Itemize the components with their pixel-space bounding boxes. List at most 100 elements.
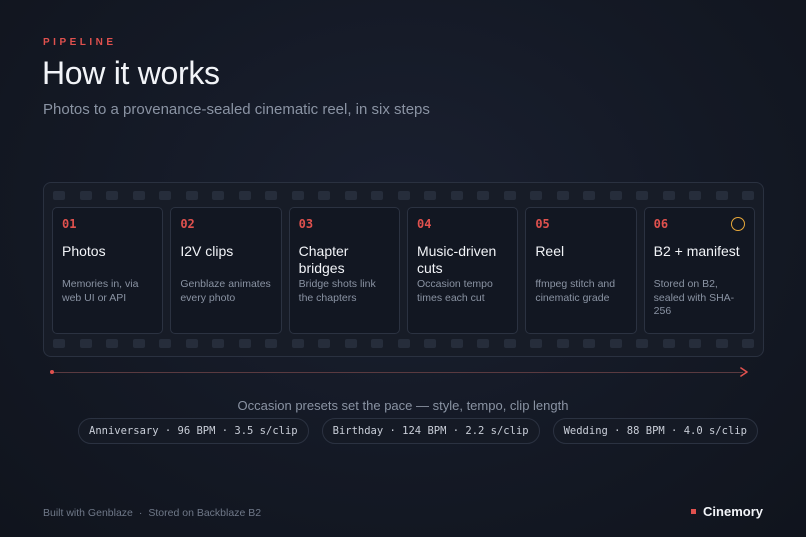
film-perforation [397,339,410,348]
film-perforation [265,191,277,200]
step-card-chapter-bridges: 03 Chapter bridges Bridge shots link the… [288,207,400,334]
arrow-right-icon [740,367,748,377]
step-title: B2 + manifest [653,243,740,259]
film-perforation [583,191,595,200]
film-perforation [132,191,145,200]
film-perforation [106,339,118,348]
preset-pill-birthday: Birthday · 124 BPM · 2.2 s/clip [321,418,540,444]
step-number: 01 [62,217,77,231]
film-perforation [291,339,304,348]
film-perforation [556,339,569,348]
film-perforation [450,191,463,200]
progress-timeline [50,367,749,377]
film-perforation [212,191,224,200]
step-description: Bridge shots link the chapters [298,278,376,304]
step-number: 05 [535,217,550,231]
film-perforation [53,191,65,200]
filmstrip: 01 Photos Memories in, via web UI or API… [43,182,764,357]
film-perforation [477,339,489,348]
footer-separator: · [138,507,143,519]
presets-label: Occasion presets set the pace — style, t… [237,398,569,413]
timeline-line [52,372,743,373]
film-perforation [318,339,330,348]
page-subtitle: Photos to a provenance-sealed cinematic … [43,101,430,118]
film-perforation [238,339,251,348]
film-perforation [715,339,728,348]
step-number: 04 [416,217,432,231]
step-number: 02 [180,217,195,231]
preset-pills: Anniversary · 96 BPM · 3.5 s/clip Birthd… [78,418,758,444]
step-title: Photos [62,243,106,259]
film-perforation [344,339,357,348]
section-eyebrow: PIPELINE [43,37,117,48]
film-perforation [185,339,198,348]
step-description: Occasion tempo times each cut [416,278,493,304]
step-number: 03 [298,217,314,231]
step-card-photos: 01 Photos Memories in, via web UI or API [52,207,164,334]
film-perforation [715,191,728,200]
step-title: Chapter bridges [298,243,349,276]
footer-credits: Built with Genblaze · Stored on Backblaze … [43,507,261,519]
film-perforation [636,339,648,348]
step-cards: 01 Photos Memories in, via web UI or API… [52,207,755,334]
film-perforation [265,339,277,348]
film-perforation [689,191,701,200]
film-perforation [159,191,171,200]
filmstrip-perforations-bottom [53,339,754,348]
step-description: Stored on B2, sealed with SHA-256 [653,278,735,317]
film-perforation [132,339,145,348]
step-description: ffmpeg stitch and cinematic grade [535,278,616,304]
circle-outline-icon [730,217,745,231]
film-perforation [371,339,383,348]
film-perforation [371,191,383,200]
timeline-start-dot [50,370,54,374]
filmstrip-perforations-top [53,191,754,200]
brand-logo: Cinemory [691,504,763,519]
brand-square-icon [691,509,697,514]
built-with-text: Built with Genblaze [43,507,133,519]
film-perforation [53,339,65,348]
film-perforation [477,191,489,200]
film-perforation [424,191,436,200]
step-card-b2-manifest: 06 B2 + manifest Stored on B2, sealed wi… [643,207,755,334]
film-perforation [742,339,754,348]
film-perforation [556,191,569,200]
film-perforation [636,191,648,200]
step-card-i2v-clips: 02 I2V clips Genblaze animates every pho… [170,207,282,334]
film-perforation [79,339,92,348]
film-perforation [159,339,171,348]
step-description: Memories in, via web UI or API [62,278,139,304]
step-card-reel: 05 Reel ffmpeg stitch and cinematic grad… [525,207,637,334]
stored-on-text: Stored on Backblaze B2 [148,507,262,519]
film-perforation [609,339,622,348]
film-perforation [318,191,330,200]
film-perforation [212,339,224,348]
film-perforation [79,191,92,200]
film-perforation [238,191,251,200]
step-card-music-driven-cuts: 04 Music-driven cuts Occasion tempo time… [406,207,519,334]
film-perforation [530,339,542,348]
preset-pill-wedding: Wedding · 88 BPM · 4.0 s/clip [552,418,758,444]
page-title: How it works [42,55,220,91]
brand-name: Cinemory [703,504,763,519]
film-perforation [185,191,198,200]
film-perforation [503,339,516,348]
film-perforation [503,191,516,200]
step-description: Genblaze animates every photo [180,278,271,304]
film-perforation [397,191,410,200]
film-perforation [583,339,595,348]
preset-pill-anniversary: Anniversary · 96 BPM · 3.5 s/clip [78,418,309,444]
step-title: Reel [535,243,565,259]
step-title: I2V clips [180,243,234,259]
film-perforation [662,339,675,348]
film-perforation [344,191,357,200]
film-perforation [742,191,754,200]
film-perforation [689,339,701,348]
step-title: Music-driven cuts [416,243,497,276]
film-perforation [291,191,304,200]
film-perforation [609,191,622,200]
film-perforation [424,339,436,348]
film-perforation [530,191,542,200]
film-perforation [450,339,463,348]
film-perforation [662,191,675,200]
